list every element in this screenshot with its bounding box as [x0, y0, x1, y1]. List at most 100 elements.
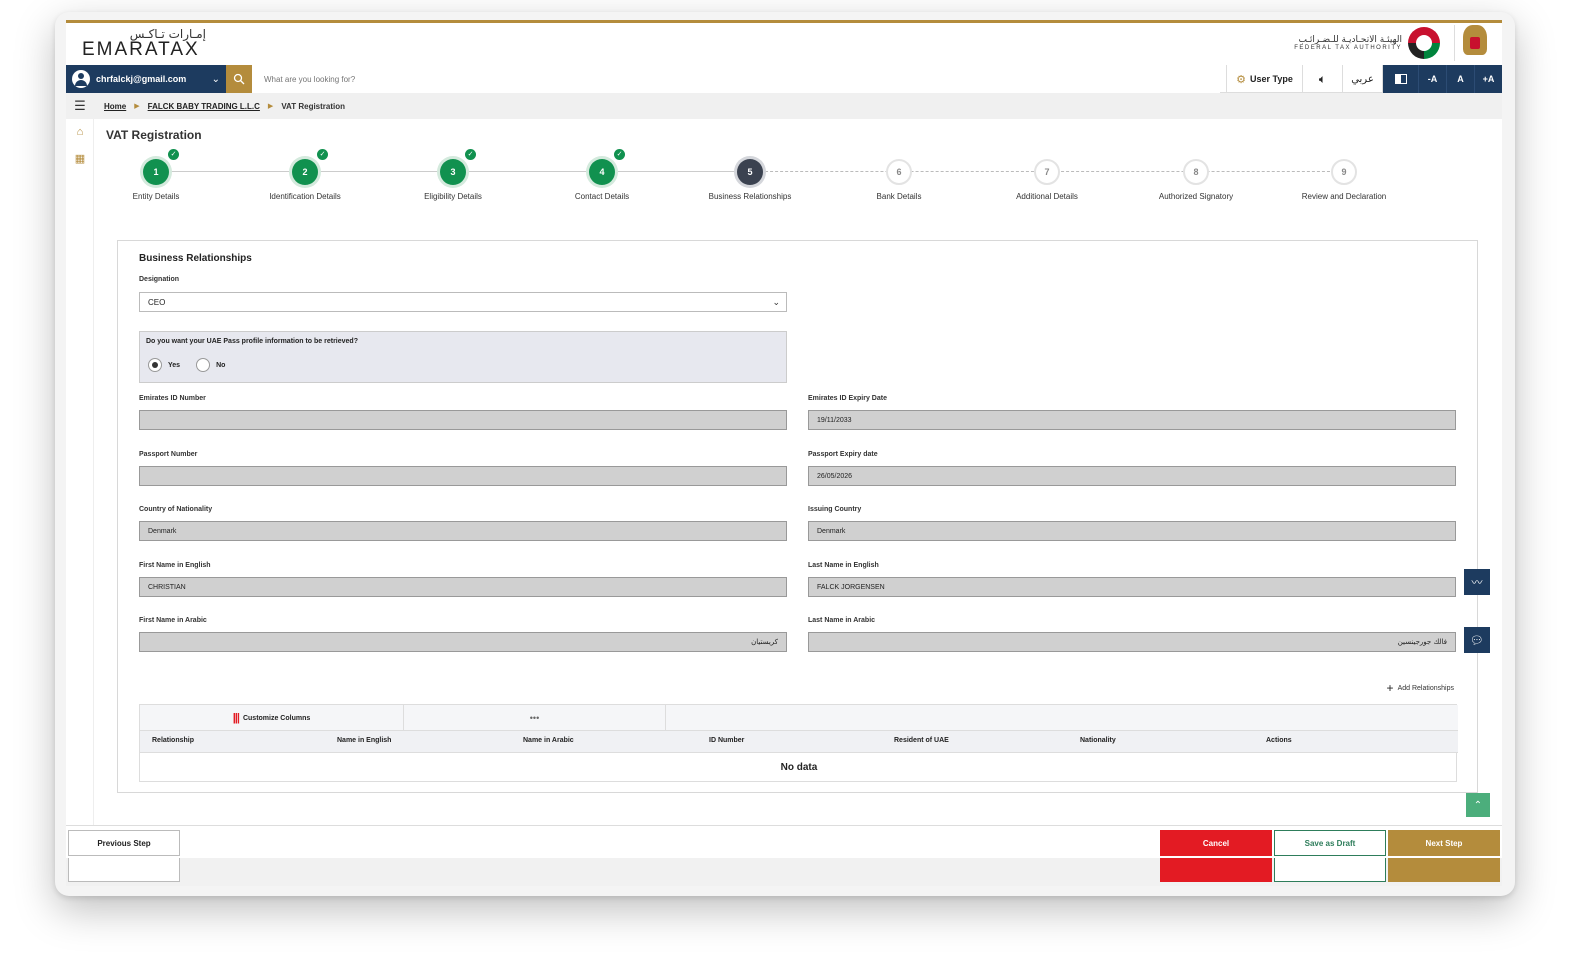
- column-header[interactable]: Name in Arabic: [523, 737, 574, 744]
- section-title: Business Relationships: [139, 253, 252, 264]
- passport-number-field[interactable]: [139, 466, 787, 486]
- step-label: Business Relationships: [708, 192, 792, 201]
- scroll-to-top-icon[interactable]: ⌃: [1466, 793, 1490, 817]
- step-label: Identification Details: [269, 192, 341, 201]
- nationality-field[interactable]: Denmark: [139, 521, 787, 541]
- step-business-relationships[interactable]: 5 Business Relationships: [700, 157, 800, 202]
- step-entity-details[interactable]: 1 ✓ Entity Details: [106, 149, 206, 202]
- no-radio[interactable]: [196, 358, 211, 372]
- search-button[interactable]: [226, 65, 252, 93]
- step-label: Additional Details: [1016, 192, 1078, 201]
- uaepass-question: Do you want your UAE Pass profile inform…: [146, 338, 358, 345]
- passport-expiry-field[interactable]: 26/05/2026: [808, 466, 1456, 486]
- step-label: Contact Details: [574, 192, 630, 201]
- last-name-english-field[interactable]: FALCK JORGENSEN: [808, 577, 1456, 597]
- next-step-button[interactable]: Next Step: [1388, 830, 1500, 856]
- app-window: إمـارات تـاكـس EMARATAX الهيئـة الاتحـاد…: [66, 20, 1502, 858]
- column-header[interactable]: Actions: [1266, 737, 1292, 744]
- column-header[interactable]: Nationality: [1080, 737, 1116, 744]
- plus-icon: +: [1386, 681, 1394, 695]
- chevron-down-icon: ⌄: [211, 73, 220, 85]
- chevron-down-icon: ⌄: [772, 297, 780, 307]
- font-normal-button[interactable]: A: [1446, 65, 1474, 93]
- logo-english: EMARATAX: [82, 39, 200, 60]
- breadcrumb-current: VAT Registration: [281, 101, 346, 111]
- speaker-icon[interactable]: 🔈︎: [1302, 65, 1342, 93]
- first-name-english-label: First Name in English: [139, 562, 211, 569]
- step-contact-details[interactable]: 4 ✓ Contact Details: [552, 149, 652, 202]
- passport-number-label: Passport Number: [139, 451, 198, 458]
- relationships-grid: ||| Customize Columns ••• Relationship N…: [139, 704, 1458, 782]
- last-name-english-label: Last Name in English: [808, 562, 879, 569]
- nationality-label: Country of Nationality: [139, 506, 213, 513]
- emirates-id-expiry-label: Emirates ID Expiry Date: [808, 395, 887, 402]
- signature-icon[interactable]: 〰: [1464, 569, 1490, 595]
- font-increase-button[interactable]: +A: [1474, 65, 1502, 93]
- left-rail: ⌂ ▦: [66, 119, 94, 825]
- step-bank-details[interactable]: 6 Bank Details: [849, 157, 949, 202]
- navbar: chrfalckj@gmail.com ⌄ ⚙ User Type 🔈︎ عرب…: [66, 65, 1502, 93]
- user-type-button[interactable]: ⚙ User Type: [1226, 65, 1302, 93]
- yes-radio[interactable]: [148, 358, 162, 372]
- breadcrumb-separator-icon: ▶: [134, 103, 140, 110]
- search-input[interactable]: [252, 65, 1220, 93]
- columns-icon: |||: [232, 712, 240, 724]
- step-review-and-declaration[interactable]: 9 Review and Declaration: [1294, 157, 1394, 202]
- user-menu[interactable]: chrfalckj@gmail.com ⌄: [66, 65, 226, 93]
- user-email: chrfalckj@gmail.com: [96, 74, 187, 84]
- header: إمـارات تـاكـس EMARATAX الهيئـة الاتحـاد…: [66, 23, 1502, 65]
- nav-tools: ⚙ User Type 🔈︎ عربي -A A +A: [1226, 65, 1502, 93]
- hamburger-menu-icon[interactable]: ☰: [66, 93, 94, 119]
- grid-header-row: Relationship Name in English Name in Ara…: [140, 731, 1458, 753]
- column-header[interactable]: Resident of UAE: [894, 737, 949, 744]
- more-options-icon[interactable]: •••: [404, 705, 666, 731]
- save-draft-button[interactable]: Save as Draft: [1274, 830, 1386, 856]
- step-eligibility-details[interactable]: 3 ✓ Eligibility Details: [403, 149, 503, 202]
- font-decrease-button[interactable]: -A: [1418, 65, 1446, 93]
- check-icon: ✓: [168, 149, 179, 160]
- first-name-english-field[interactable]: CHRISTIAN: [139, 577, 787, 597]
- first-name-arabic-field[interactable]: كريستيان: [139, 632, 787, 652]
- contrast-icon: [1394, 74, 1407, 84]
- apps-grid-icon[interactable]: ▦: [66, 145, 94, 171]
- add-relationships-button[interactable]: + Add Relationships: [1387, 681, 1454, 695]
- check-icon: ✓: [317, 149, 328, 160]
- contrast-toggle[interactable]: [1382, 65, 1418, 93]
- user-avatar-icon: [72, 70, 90, 88]
- step-identification-details[interactable]: 2 ✓ Identification Details: [255, 149, 355, 202]
- fta-logo: الهيئـة الاتحـاديـة للـضـرائـب FEDERAL T…: [1294, 27, 1440, 59]
- emaratax-logo[interactable]: إمـارات تـاكـس EMARATAX: [82, 27, 206, 61]
- previous-step-button[interactable]: Previous Step: [68, 830, 180, 856]
- yes-radio-label: Yes: [168, 361, 181, 369]
- issuing-country-field[interactable]: Denmark: [808, 521, 1456, 541]
- step-label: Eligibility Details: [424, 192, 482, 201]
- first-name-arabic-label: First Name in Arabic: [139, 617, 207, 624]
- last-name-arabic-field[interactable]: فالك جورجينسين: [808, 632, 1456, 652]
- fta-arabic: الهيئـة الاتحـاديـة للـضـرائـب: [1298, 35, 1402, 45]
- check-icon: ✓: [465, 149, 476, 160]
- column-header[interactable]: Name in English: [337, 737, 391, 744]
- home-icon[interactable]: ⌂: [66, 119, 94, 145]
- no-radio-label: No: [216, 361, 226, 369]
- fta-emblem-icon: [1408, 27, 1440, 59]
- grid-toolbar: ||| Customize Columns •••: [140, 705, 1458, 731]
- column-header[interactable]: ID Number: [709, 737, 744, 744]
- designation-select[interactable]: CEO ⌄: [139, 292, 787, 312]
- cancel-button[interactable]: Cancel: [1160, 830, 1272, 856]
- emirates-id-field[interactable]: [139, 410, 787, 430]
- designation-label: Designation: [139, 276, 180, 283]
- step-authorized-signatory[interactable]: 8 Authorized Signatory: [1146, 157, 1246, 202]
- breadcrumb-company[interactable]: FALCK BABY TRADING L.L.C: [148, 102, 260, 111]
- breadcrumb-home[interactable]: Home: [104, 102, 126, 111]
- step-additional-details[interactable]: 7 Additional Details: [997, 157, 1097, 202]
- add-relationships-label: Add Relationships: [1397, 684, 1454, 692]
- customize-columns-button[interactable]: ||| Customize Columns: [140, 705, 404, 731]
- footer-reflection: [66, 856, 1502, 886]
- passport-expiry-label: Passport Expiry date: [808, 451, 878, 458]
- emirates-id-expiry-field[interactable]: 19/11/2033: [808, 410, 1456, 430]
- language-toggle[interactable]: عربي: [1342, 65, 1382, 93]
- chat-icon[interactable]: 💬︎: [1464, 627, 1490, 653]
- step-label: Bank Details: [876, 192, 922, 201]
- business-relationships-card: Business Relationships Designation CEO ⌄…: [117, 240, 1478, 793]
- column-header[interactable]: Relationship: [152, 737, 194, 744]
